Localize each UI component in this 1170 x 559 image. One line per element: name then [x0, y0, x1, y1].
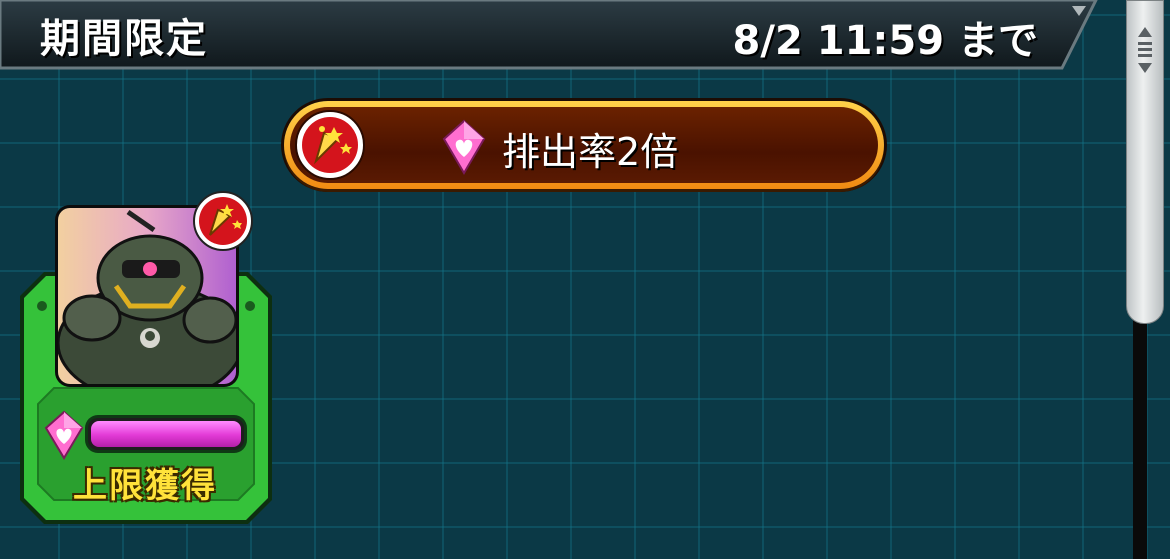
card-status-label: 上限獲得 [73, 466, 217, 506]
heart-gem-icon [44, 410, 84, 460]
event-badge-icon [193, 191, 253, 251]
scroll-grip-icon [1138, 27, 1152, 73]
heart-gem-icon [442, 119, 486, 175]
party-popper-icon [295, 110, 365, 180]
progress-gauge-fill [91, 421, 241, 447]
header-bar: 期間限定 8/2 11:59 まで [0, 0, 1100, 70]
progress-gauge [88, 418, 244, 450]
scrollbar-thumb[interactable] [1126, 0, 1164, 324]
deadline-text: 8/2 11:59 まで [732, 18, 1038, 64]
rate-up-text: 排出率2倍 [502, 130, 679, 174]
rate-up-banner[interactable]: 排出率2倍 [284, 101, 884, 189]
header-title: 期間限定 [40, 16, 208, 62]
